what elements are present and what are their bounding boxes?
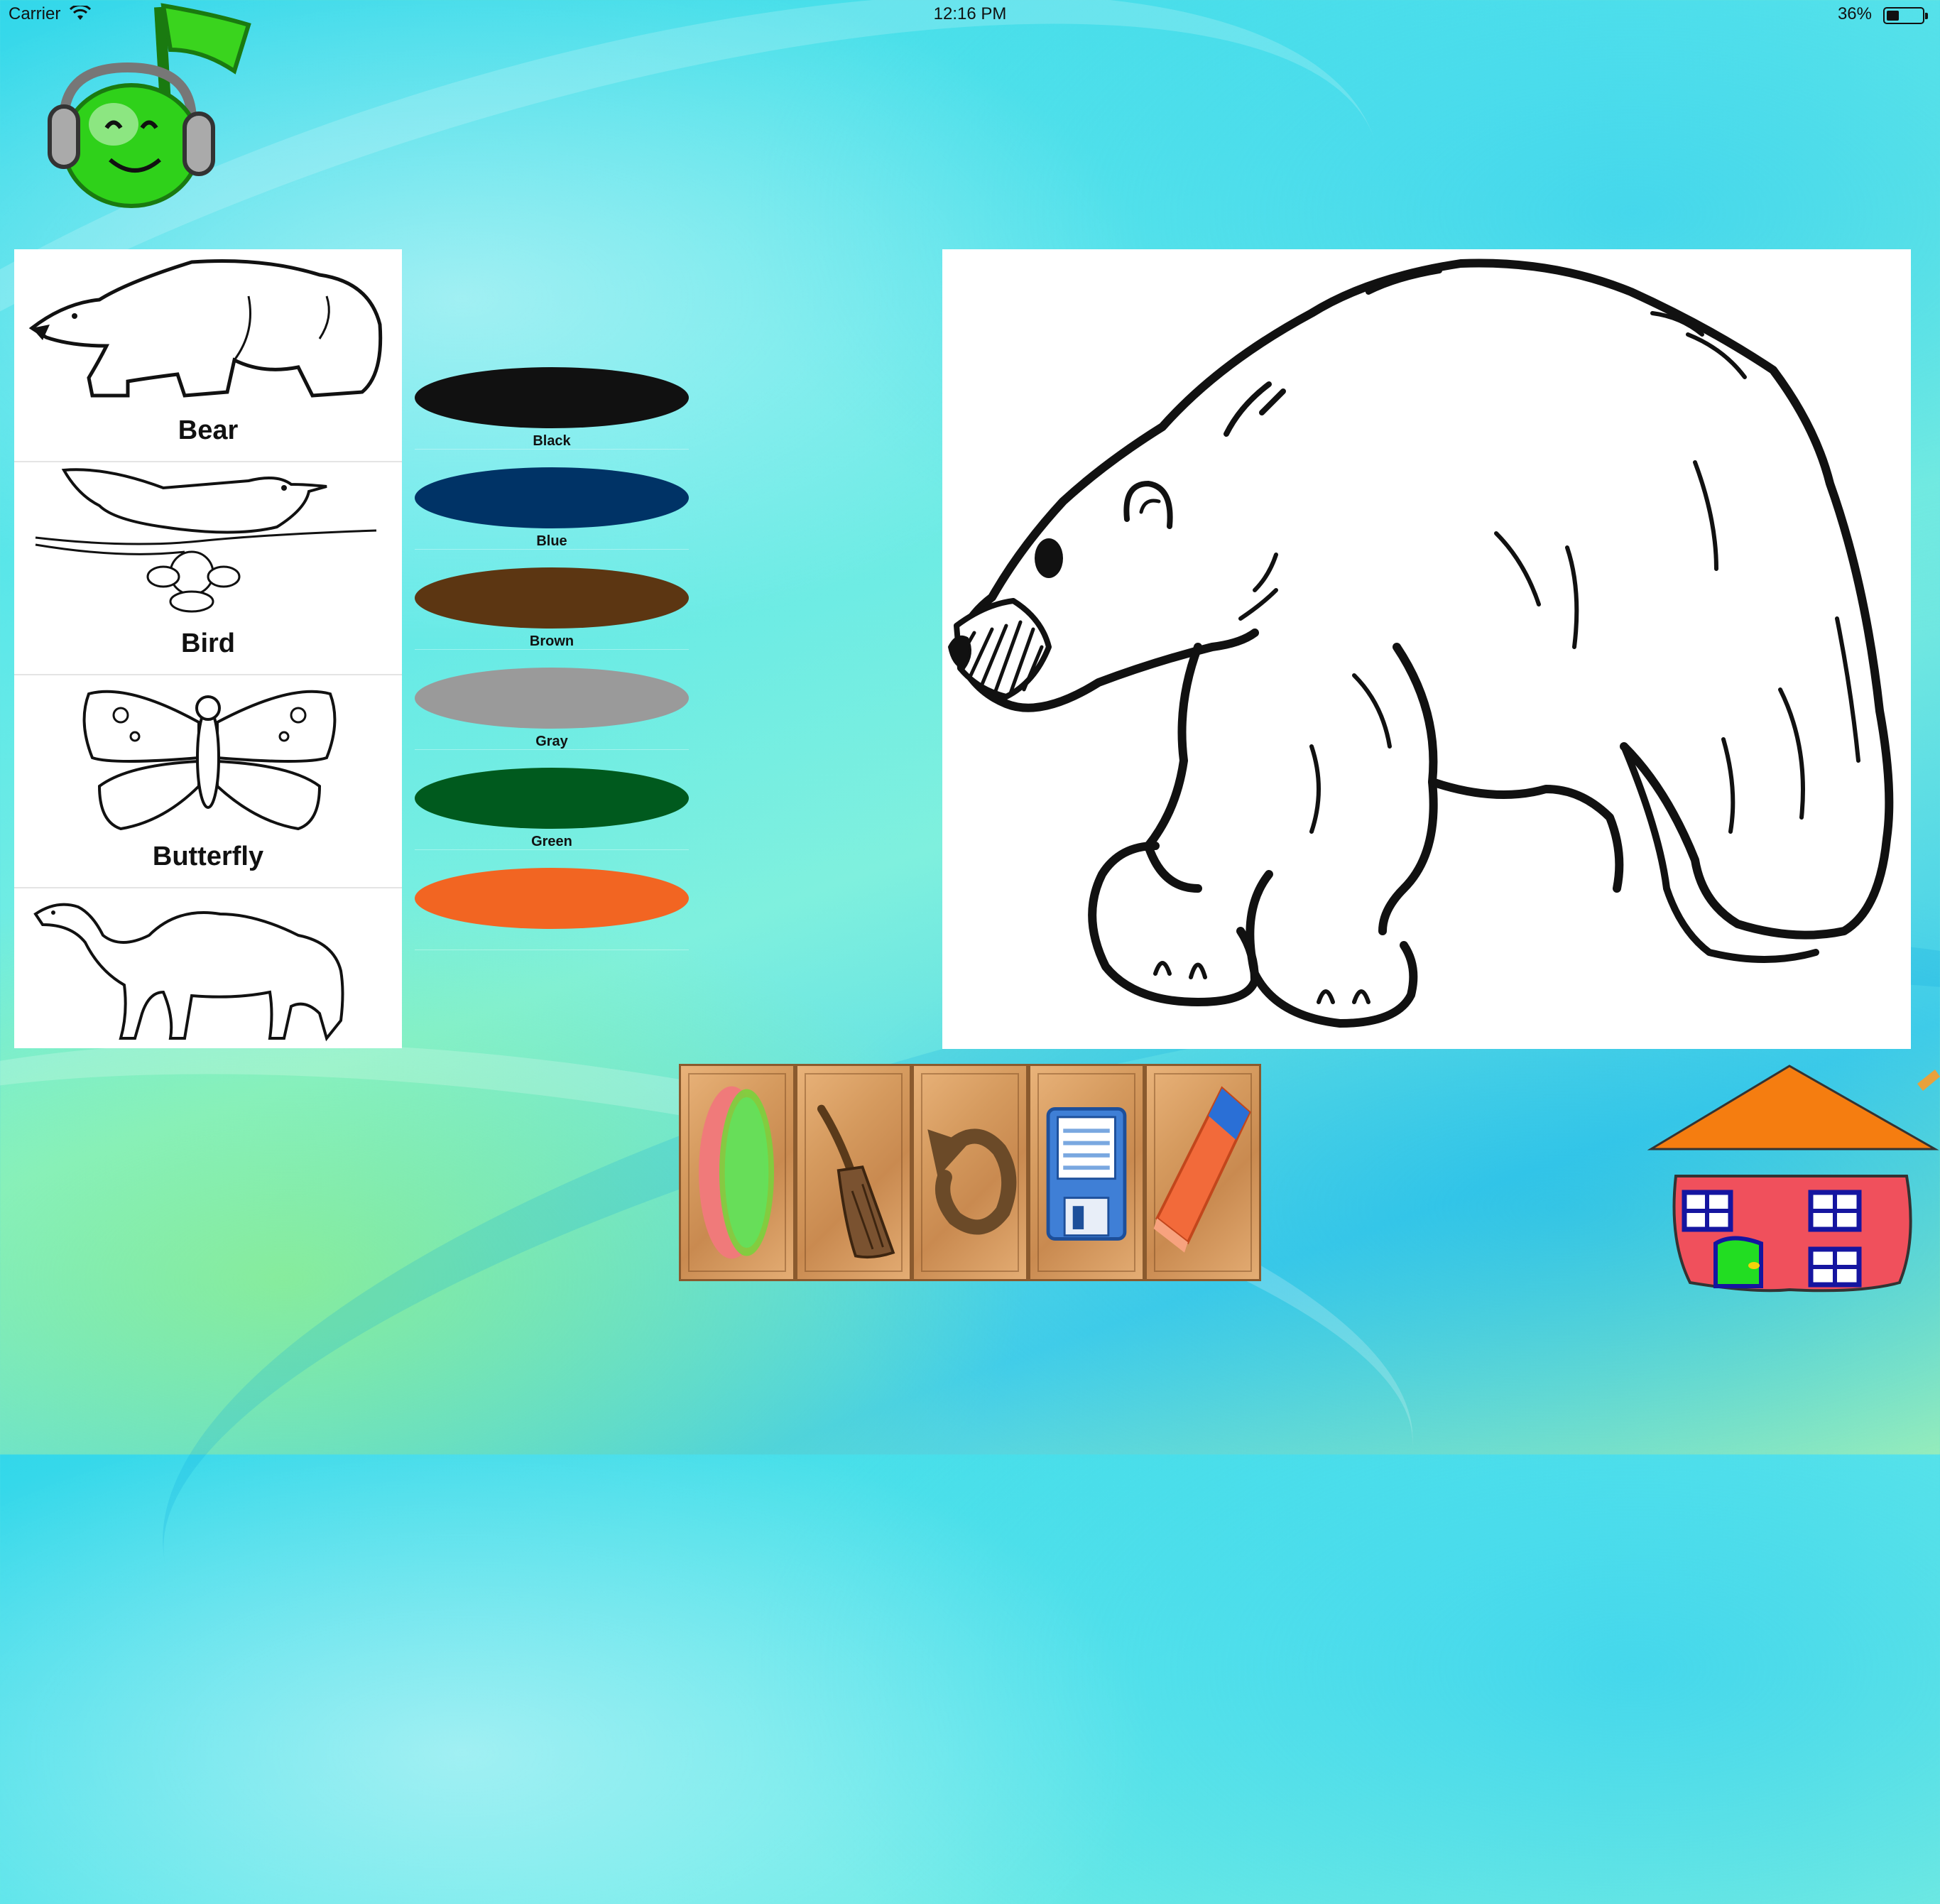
undo-icon	[927, 1128, 1017, 1235]
color-label: Brown	[529, 633, 574, 649]
color-item[interactable]: Black	[415, 349, 689, 450]
brush-size-icon	[699, 1086, 775, 1259]
color-swatch[interactable]	[415, 567, 689, 629]
brush-size-tool[interactable]	[679, 1064, 795, 1281]
bear-thumbnail	[28, 259, 383, 398]
color-item[interactable]: Blue	[415, 450, 689, 550]
drawing-toolbar	[679, 1064, 1261, 1281]
picture-list[interactable]: Bear Bird Butterfly	[14, 249, 402, 1048]
color-swatch[interactable]	[415, 467, 689, 528]
drawing-canvas[interactable]	[942, 249, 1911, 1049]
home-icon[interactable]	[1647, 1062, 1940, 1297]
color-item[interactable]: Green	[415, 750, 689, 850]
picture-label: Butterfly	[152, 842, 264, 871]
picture-item-camel[interactable]	[14, 888, 402, 1048]
eraser-tool[interactable]	[1145, 1064, 1261, 1281]
color-palette[interactable]: Black Blue Brown Gray Green	[415, 349, 689, 950]
picture-label: Bear	[178, 415, 239, 445]
save-tool[interactable]	[1028, 1064, 1145, 1281]
color-item[interactable]: Gray	[415, 650, 689, 750]
battery-icon	[1883, 7, 1928, 24]
save-disk-icon	[1046, 1106, 1127, 1241]
camel-thumbnail	[33, 903, 344, 1042]
picture-item-bird[interactable]: Bird	[14, 462, 402, 675]
color-item[interactable]	[415, 850, 689, 950]
color-label: Black	[533, 433, 571, 449]
bird-thumbnail	[35, 468, 377, 613]
color-swatch[interactable]	[415, 367, 689, 428]
music-note-headphones-icon[interactable]	[36, 0, 256, 213]
color-label: Gray	[535, 734, 568, 749]
color-swatch[interactable]	[415, 668, 689, 729]
color-label: Blue	[536, 533, 567, 549]
undo-tool[interactable]	[912, 1064, 1028, 1281]
color-label: Green	[531, 834, 572, 849]
color-item[interactable]: Brown	[415, 550, 689, 650]
picture-item-bear[interactable]: Bear	[14, 249, 402, 462]
butterfly-thumbnail	[82, 690, 337, 831]
eraser-icon	[1153, 1086, 1251, 1253]
status-time: 12:16 PM	[933, 4, 1007, 23]
battery-percent: 36%	[1837, 4, 1872, 23]
paint-brush-icon	[817, 1104, 895, 1259]
color-swatch[interactable]	[415, 768, 689, 829]
picture-label: Bird	[181, 629, 235, 658]
polar-bear-outline	[948, 259, 1894, 1028]
picture-item-butterfly[interactable]: Butterfly	[14, 675, 402, 888]
status-bar: Carrier 12:16 PM 36%	[0, 0, 1940, 30]
paint-brush-tool[interactable]	[795, 1064, 912, 1281]
color-swatch[interactable]	[415, 868, 689, 929]
